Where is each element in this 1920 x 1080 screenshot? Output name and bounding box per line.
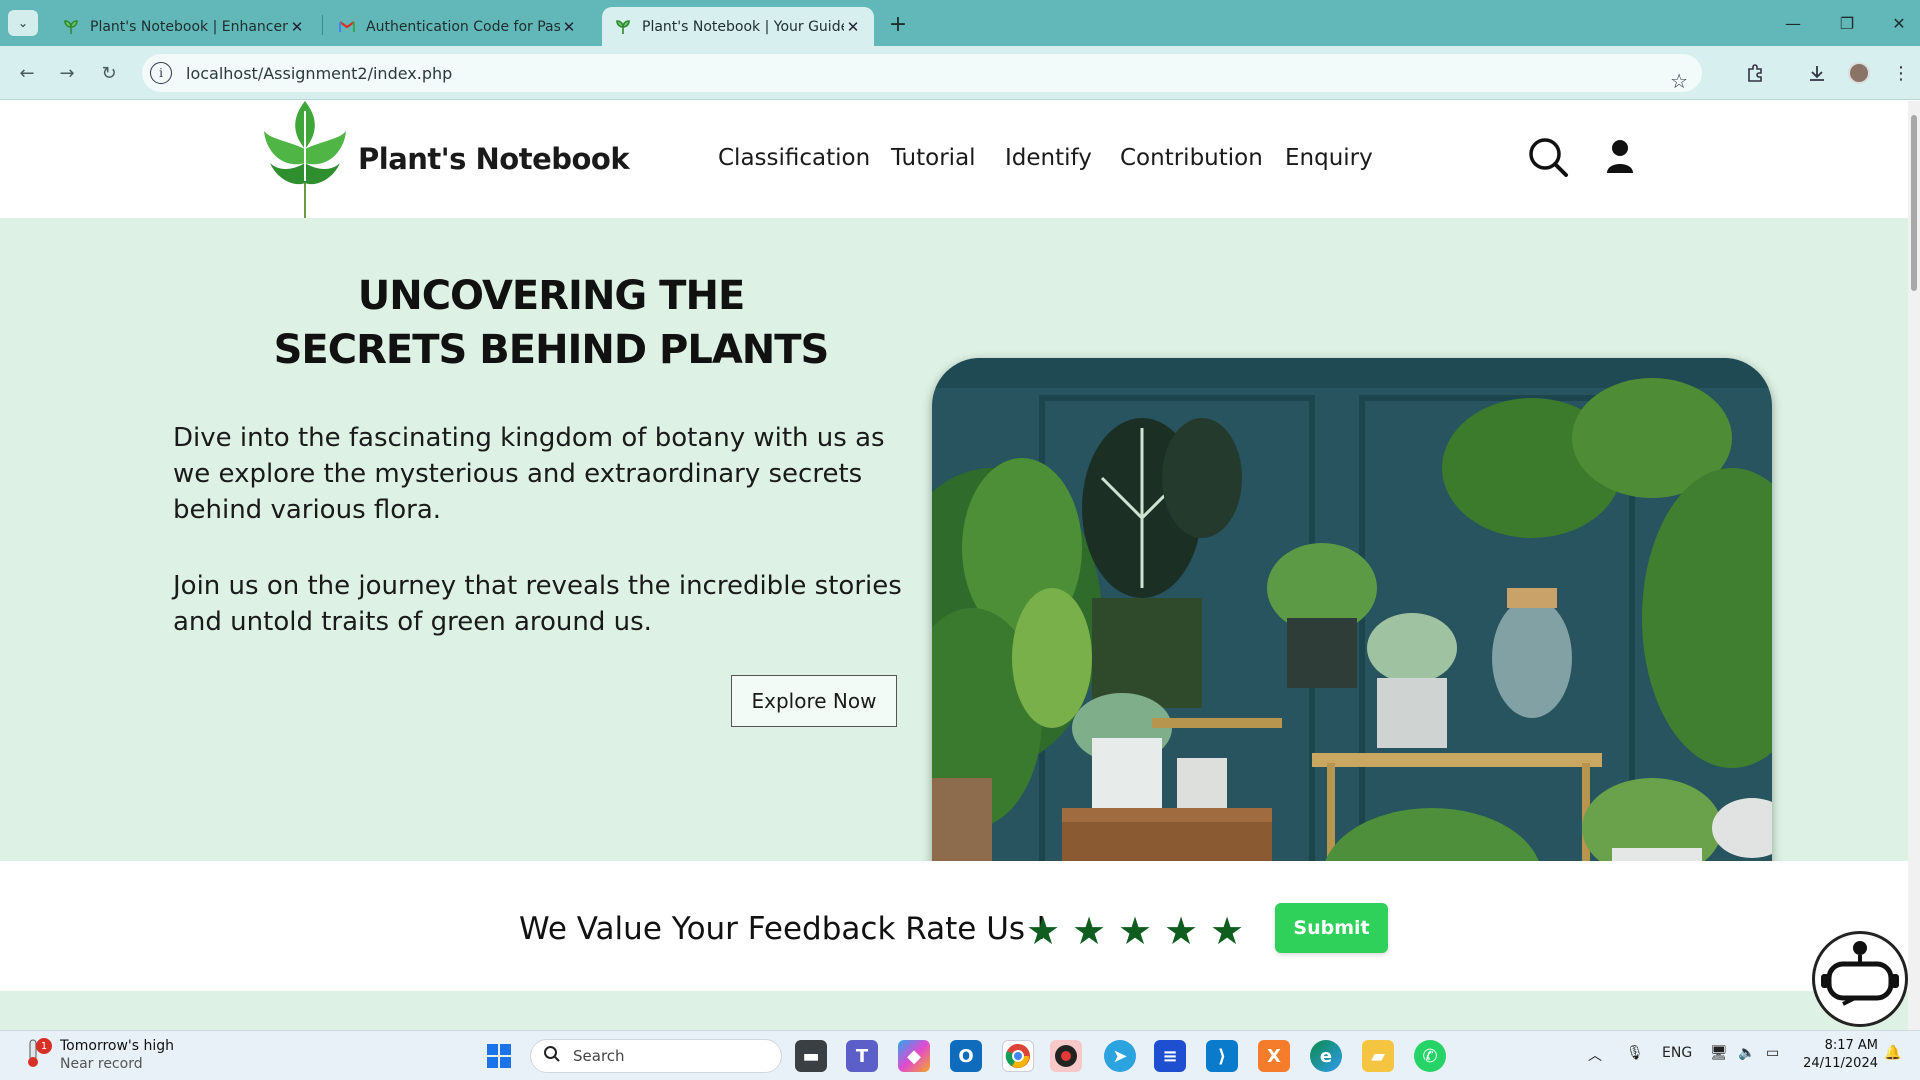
- clock-time: 8:17 AM: [1824, 1038, 1878, 1053]
- nav-contribution[interactable]: Contribution: [1120, 145, 1263, 171]
- hero-plants-image: [932, 358, 1772, 918]
- search-icon: [543, 1045, 561, 1067]
- plant-leaf-icon: [614, 18, 632, 36]
- explore-now-button[interactable]: Explore Now: [731, 675, 897, 727]
- hero-paragraph-2: Join us on the journey that reveals the …: [173, 571, 902, 637]
- plant-leaf-icon: [62, 18, 80, 36]
- clock-date: 24/11/2024: [1803, 1056, 1878, 1071]
- brand-name[interactable]: Plant's Notebook: [358, 142, 630, 176]
- restore-icon[interactable]: ❐: [1824, 8, 1870, 38]
- rating-star-1[interactable]: ★: [1026, 911, 1060, 951]
- battery-icon[interactable]: ▭: [1766, 1045, 1779, 1061]
- telegram-icon[interactable]: ➤: [1104, 1040, 1136, 1072]
- whatsapp-icon[interactable]: ✆: [1414, 1040, 1446, 1072]
- tab-title: Plant's Notebook | Your Guide t: [642, 18, 844, 35]
- taskbar-search[interactable]: Search: [530, 1039, 782, 1073]
- tab-title: Authentication Code for Passw: [366, 18, 560, 35]
- rating-star-4[interactable]: ★: [1164, 911, 1198, 951]
- url-text: localhost/Assignment2/index.php: [186, 63, 453, 83]
- hero-title-line-2: SECRETS BEHIND PLANTS: [273, 327, 830, 373]
- close-tab-icon[interactable]: ✕: [560, 18, 578, 36]
- browser-toolbar: ← → ↻ i localhost/Assignment2/index.php …: [0, 46, 1920, 100]
- rating-star-5[interactable]: ★: [1210, 911, 1244, 951]
- microphone-icon[interactable]: 🎙: [1626, 1045, 1644, 1061]
- close-window-icon[interactable]: ✕: [1876, 8, 1920, 38]
- nav-tutorial[interactable]: Tutorial: [891, 145, 976, 171]
- browser-menu-icon[interactable]: ⋮: [1886, 58, 1916, 88]
- file-explorer-dark-icon[interactable]: ▬: [795, 1040, 827, 1072]
- profile-avatar[interactable]: [1844, 58, 1874, 88]
- bookmark-star-icon[interactable]: ☆: [1670, 61, 1688, 101]
- input-language[interactable]: ENG: [1662, 1045, 1692, 1061]
- weather-subtitle: Near record: [60, 1056, 143, 1072]
- outlook-icon[interactable]: O: [950, 1040, 982, 1072]
- nav-identify[interactable]: Identify: [1005, 145, 1092, 171]
- address-bar[interactable]: i localhost/Assignment2/index.php ☆: [142, 54, 1702, 93]
- show-hidden-icons-icon[interactable]: ︿: [1588, 1045, 1602, 1065]
- page-scrollbar[interactable]: [1908, 101, 1920, 1030]
- download-icon[interactable]: [1802, 58, 1832, 88]
- volume-icon[interactable]: 🔈: [1738, 1045, 1755, 1061]
- copilot-icon[interactable]: ◆: [898, 1040, 930, 1072]
- vscode-icon[interactable]: ⟩: [1206, 1040, 1238, 1072]
- search-label: Search: [573, 1047, 625, 1065]
- nav-classification[interactable]: Classification: [718, 145, 870, 171]
- nav-enquiry[interactable]: Enquiry: [1285, 145, 1373, 171]
- network-icon[interactable]: 🖥: [1710, 1045, 1728, 1061]
- extensions-icon[interactable]: [1740, 58, 1770, 88]
- browser-tab-1[interactable]: Plant's Notebook | Enhanceme ✕: [50, 7, 318, 46]
- plant-logo-icon[interactable]: [262, 101, 348, 218]
- back-icon[interactable]: ←: [12, 58, 42, 88]
- close-tab-icon[interactable]: ✕: [844, 18, 862, 36]
- close-tab-icon[interactable]: ✕: [288, 18, 306, 36]
- reload-icon[interactable]: ↻: [94, 58, 124, 88]
- weather-title: Tomorrow's high: [60, 1038, 175, 1054]
- submit-rating-button[interactable]: Submit: [1275, 903, 1388, 953]
- site-info-icon[interactable]: i: [150, 62, 172, 84]
- system-clock[interactable]: 8:17 AM 24/11/2024: [1798, 1037, 1878, 1073]
- folder-icon[interactable]: ▰: [1362, 1040, 1394, 1072]
- weather-widget[interactable]: 1 Tomorrow's high Near record: [26, 1037, 174, 1073]
- thermometer-icon: 1: [26, 1038, 52, 1072]
- weather-alert-badge: 1: [36, 1038, 52, 1054]
- scrollbar-thumb[interactable]: [1911, 115, 1917, 291]
- browser-tab-2[interactable]: Authentication Code for Passw ✕: [326, 7, 590, 46]
- gmail-icon: [338, 18, 356, 36]
- minimize-icon[interactable]: —: [1770, 8, 1816, 38]
- hero-paragraph-1: Dive into the fascinating kingdom of bot…: [173, 423, 885, 525]
- new-tab-button[interactable]: +: [884, 10, 912, 38]
- feedback-section: We Value Your Feedback Rate Us ! ★ ★ ★ ★…: [0, 861, 1908, 991]
- rating-star-3[interactable]: ★: [1118, 911, 1152, 951]
- hero-title-line-1: UNCOVERING THE: [357, 273, 746, 319]
- chrome-icon[interactable]: [1002, 1040, 1034, 1072]
- rating-star-2[interactable]: ★: [1072, 911, 1106, 951]
- xampp-icon[interactable]: X: [1258, 1040, 1290, 1072]
- windows-taskbar: 1 Tomorrow's high Near record Search ▬ T…: [0, 1030, 1920, 1080]
- recording-app-icon[interactable]: [1050, 1040, 1082, 1072]
- tab-title: Plant's Notebook | Enhanceme: [90, 18, 288, 35]
- site-header: Plant's Notebook Classification Tutorial…: [0, 101, 1908, 218]
- windows-start-icon[interactable]: [483, 1040, 515, 1072]
- browser-tab-bar: ⌄ Plant's Notebook | Enhanceme ✕ Authent…: [0, 0, 1920, 46]
- browser-tab-3-active[interactable]: Plant's Notebook | Your Guide t ✕: [602, 7, 874, 46]
- notification-bell-icon[interactable]: 🔔: [1884, 1045, 1901, 1061]
- feedback-text: We Value Your Feedback Rate Us !: [519, 911, 1048, 947]
- hero-section: UNCOVERING THE SECRETS BEHIND PLANTS Div…: [0, 218, 1908, 918]
- search-icon[interactable]: [1526, 135, 1570, 179]
- notepad-icon[interactable]: ≡: [1154, 1040, 1186, 1072]
- lower-section-band: [0, 991, 1908, 1030]
- teams-icon[interactable]: T: [846, 1040, 878, 1072]
- user-account-icon[interactable]: [1598, 135, 1642, 179]
- tab-separator: [322, 15, 323, 35]
- forward-icon[interactable]: →: [52, 58, 82, 88]
- web-page: Plant's Notebook Classification Tutorial…: [0, 101, 1908, 1030]
- edge-icon[interactable]: e: [1310, 1040, 1342, 1072]
- tab-search-dropdown[interactable]: ⌄: [8, 10, 38, 36]
- chatbot-robot-icon[interactable]: [1812, 931, 1908, 1027]
